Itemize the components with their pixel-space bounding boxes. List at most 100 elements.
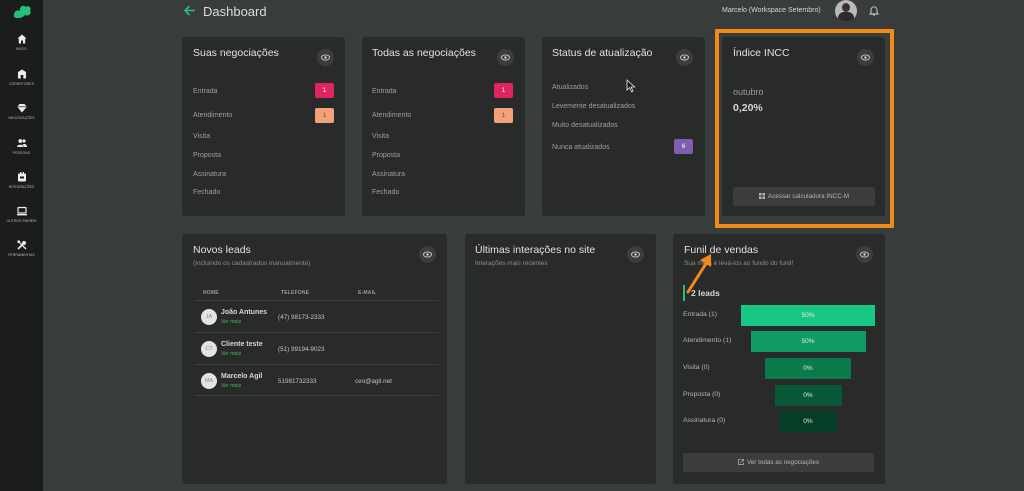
funnel-stage-label: Visita (0) [683, 364, 710, 371]
tools-icon [16, 240, 26, 250]
highlight-box [715, 29, 894, 228]
stage-label: Fechado [372, 189, 400, 196]
column-header: NOME [203, 290, 219, 296]
eye-toggle-button[interactable] [317, 49, 334, 66]
card-status-atualizacao: Status de atualização Atualizados Leveme… [542, 37, 705, 216]
view-more-link[interactable]: Ver mais [221, 383, 241, 389]
card-title: Novos leads [193, 244, 251, 256]
card-title: Todas as negociações [372, 47, 476, 59]
sidebar-item-label: NEGOCIAÇÕES [8, 116, 35, 120]
building-icon [17, 69, 26, 79]
stage-label: Entrada [193, 88, 218, 95]
funnel-bar[interactable]: 50% [750, 331, 866, 352]
sidebar-item-integracoes[interactable]: INTEGRAÇÕES [0, 172, 43, 189]
stage-label: Assinatura [193, 171, 227, 178]
avatar: MA [201, 373, 217, 389]
lead-email: ceo@agil.net [355, 378, 392, 385]
count-badge[interactable]: 1 [494, 83, 513, 98]
sidebar-item-label: CORRETORES [9, 82, 34, 86]
count-badge[interactable]: 1 [315, 83, 334, 98]
view-more-link[interactable]: Ver mais [221, 351, 241, 357]
card-title: Funil de vendas [684, 244, 759, 256]
funnel-stage-label: Assinatura (0) [683, 417, 726, 424]
card-title: Suas negociações [193, 47, 279, 59]
mouse-cursor-icon [626, 79, 636, 93]
bell-icon[interactable] [869, 5, 879, 16]
funnel-bar[interactable]: 0% [765, 358, 851, 379]
sidebar-item-corretores[interactable]: CORRETORES [0, 69, 43, 86]
eye-toggle-button[interactable] [856, 246, 873, 263]
avatar: JA [201, 309, 217, 325]
status-label: Nunca atualizados [552, 144, 610, 151]
eye-toggle-button[interactable] [419, 246, 436, 263]
card-title: Status de atualização [552, 47, 653, 59]
eye-icon [321, 54, 330, 61]
sidebar-item-ferramentas[interactable]: FERRAMENTAS [0, 240, 43, 257]
card-novos-leads: Novos leads (Incluindo os cadastrados ma… [182, 234, 447, 484]
sidebar-item-label: FERRAMENTAS [8, 253, 35, 257]
funnel-bar[interactable]: 0% [774, 385, 842, 406]
logo-icon[interactable] [11, 3, 33, 19]
user-avatar[interactable] [835, 0, 857, 22]
eye-icon [423, 251, 432, 258]
user-workspace-name[interactable]: Marcelo (Workspace Setembro) [722, 7, 821, 14]
sidebar-item-label: INTEGRAÇÕES [8, 185, 35, 189]
table-row[interactable]: MA Marcelo Agil Ver mais 51981732333 ceo… [194, 364, 439, 396]
stage-label: Visita [372, 133, 389, 140]
lead-name[interactable]: João Antunes [221, 309, 267, 316]
column-header: E-MAIL [358, 290, 377, 296]
sidebar-item-outros-paineis[interactable]: OUTROS PAINÉIS [0, 206, 43, 223]
status-label: Levemente desatualizados [552, 103, 636, 110]
lead-phone: (51) 99194-9023 [278, 346, 325, 353]
eye-toggle-button[interactable] [497, 49, 514, 66]
sidebar-item-label: OUTROS PAINÉIS [6, 219, 37, 223]
card-suas-negociacoes: Suas negociações Entrada 1 Atendimento 1… [182, 37, 345, 216]
stage-label: Atendimento [372, 112, 412, 119]
eye-icon [860, 251, 869, 258]
stage-label: Entrada [372, 88, 397, 95]
stage-label: Atendimento [193, 112, 233, 119]
table-row[interactable]: JA João Antunes Ver mais (47) 98173-2333 [194, 300, 439, 332]
stage-label: Fechado [193, 189, 221, 196]
table-row[interactable]: CT Cliente teste Ver mais (51) 99194-902… [194, 332, 439, 364]
leads-table: NOME TELEFONE E-MAIL JA João Antunes Ver… [194, 280, 439, 396]
sidebar-item-inicio[interactable]: INÍCIO [0, 34, 43, 51]
funnel-lead-count: 2 leads [683, 285, 720, 301]
card-subtitle: (Incluindo os cadastrados manualmente) [193, 260, 311, 267]
sidebar-item-pessoas[interactable]: PESSOAS [0, 138, 43, 155]
lead-name[interactable]: Marcelo Agil [221, 373, 262, 380]
external-link-icon [738, 459, 744, 465]
stage-label: Assinatura [372, 171, 406, 178]
back-arrow-icon[interactable] [183, 4, 196, 17]
stage-label: Proposta [193, 152, 222, 159]
eye-toggle-button[interactable] [676, 49, 693, 66]
sidebar: INÍCIO CORRETORES NEGOCIAÇÕES PESSOAS IN… [0, 0, 43, 491]
count-badge[interactable]: 6 [674, 139, 693, 154]
card-title: Últimas interações no site [475, 244, 596, 256]
card-subtitle: Sua meta é levá-los ao fundo do funil! [684, 260, 794, 267]
eye-toggle-button[interactable] [627, 246, 644, 263]
page-title: Dashboard [203, 4, 267, 19]
home-icon [17, 34, 26, 44]
people-icon [16, 139, 27, 147]
count-badge[interactable]: 1 [315, 108, 334, 123]
eye-icon [631, 251, 640, 258]
sidebar-item-negociacoes[interactable]: NEGOCIAÇÕES [0, 103, 43, 120]
lead-name[interactable]: Cliente teste [221, 341, 263, 348]
funnel-stage-label: Proposta (0) [683, 391, 721, 398]
avatar: CT [201, 341, 217, 357]
card-todas-negociacoes: Todas as negociações Entrada 1 Atendimen… [362, 37, 525, 216]
funnel-stage-label: Atendimento (1) [683, 337, 732, 344]
funnel-bar[interactable]: 50% [741, 305, 875, 326]
lead-phone: 51981732333 [278, 378, 317, 385]
lead-phone: (47) 98173-2333 [278, 314, 325, 321]
count-badge[interactable]: 1 [494, 108, 513, 123]
sidebar-item-label: INÍCIO [16, 47, 27, 51]
funnel-stage-label: Entrada (1) [683, 311, 718, 318]
eye-icon [680, 54, 689, 61]
monitor-icon [16, 206, 27, 216]
funnel-bar[interactable]: 0% [779, 411, 837, 432]
view-more-link[interactable]: Ver mais [221, 319, 241, 325]
view-all-negotiations-button[interactable]: Ver todas as negociações [683, 453, 874, 472]
diamond-icon [16, 104, 27, 113]
